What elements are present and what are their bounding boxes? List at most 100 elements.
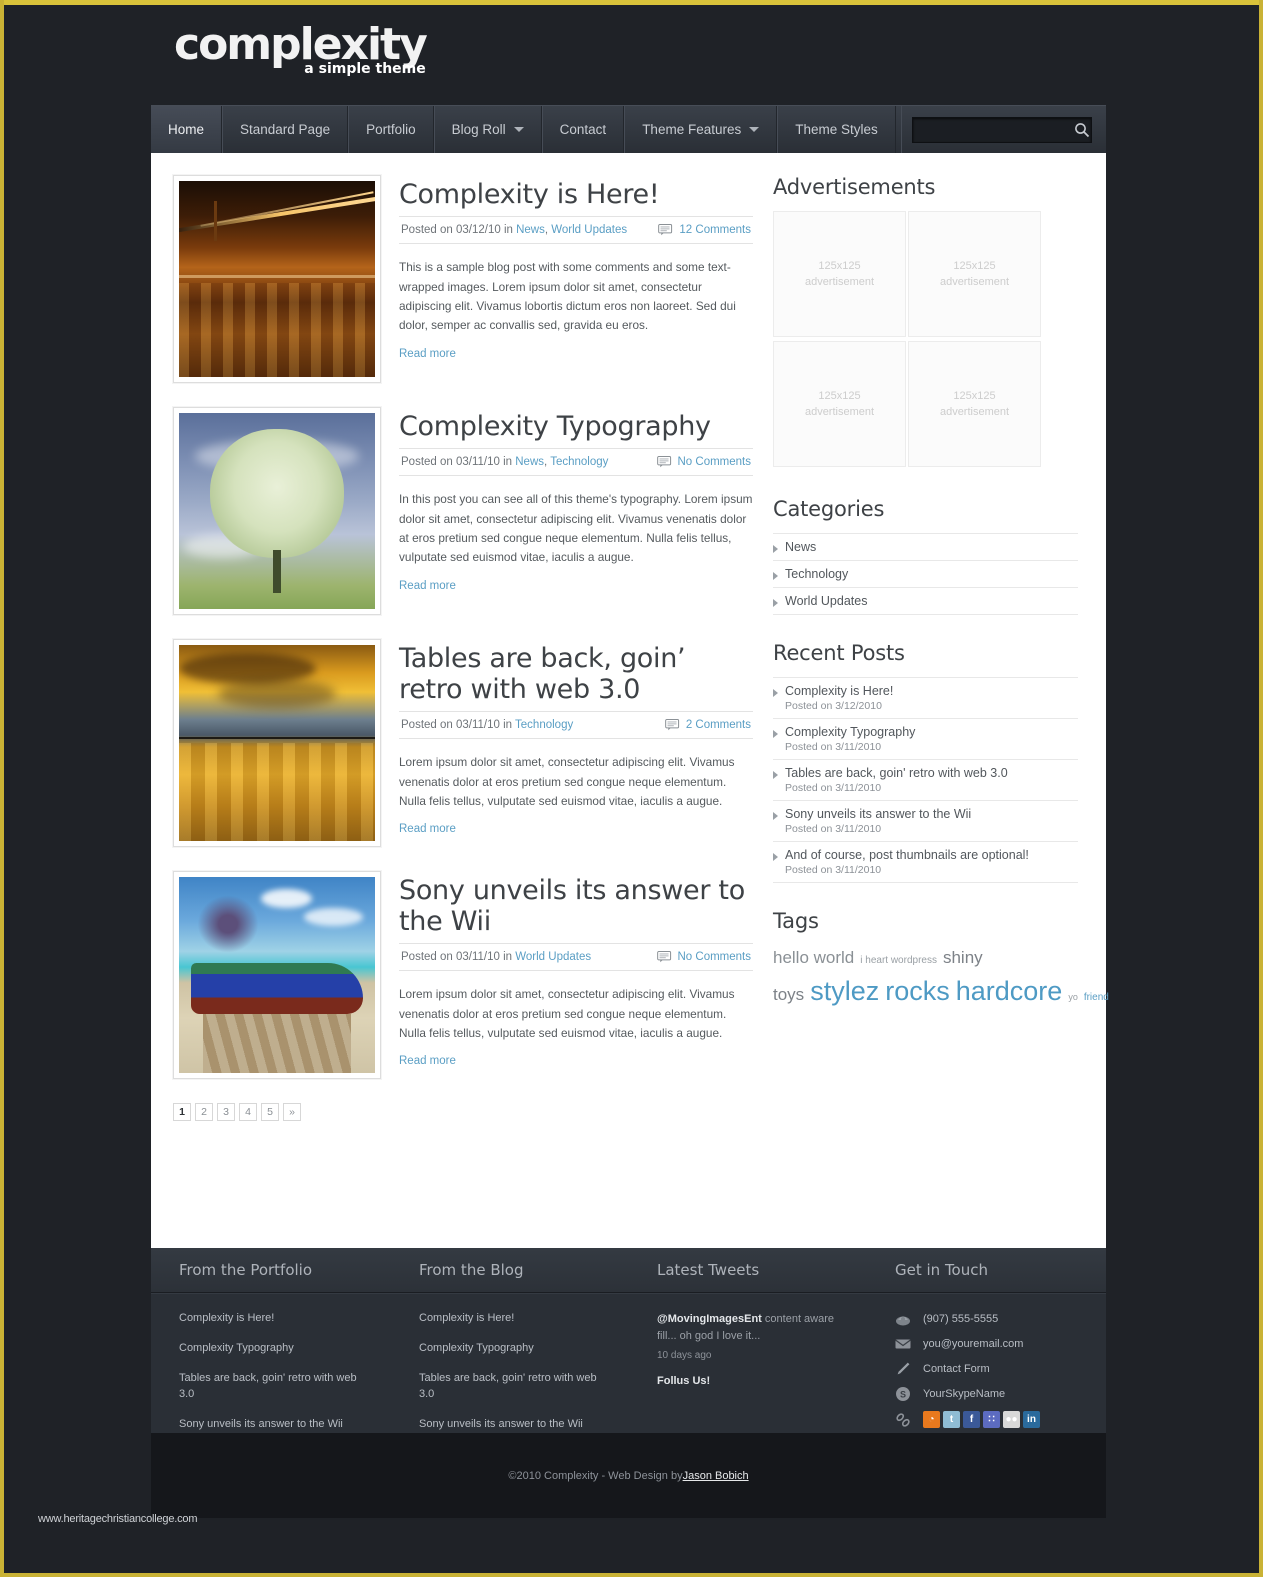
flickr-icon[interactable]: ●● (1003, 1411, 1020, 1428)
ads-widget: Advertisements 125x125 advertisement 125x… (773, 175, 1078, 471)
read-more-link[interactable]: Read more (399, 823, 456, 835)
comments-count-link[interactable]: 2 Comments (686, 719, 751, 731)
pagination-button[interactable]: 4 (239, 1103, 257, 1121)
tag-link[interactable]: friend (1084, 992, 1109, 1003)
contact-value[interactable]: YourSkypeName (923, 1388, 1005, 1400)
post-comments[interactable]: No Comments (656, 951, 752, 963)
recent-post-title[interactable]: Complexity Typography (785, 725, 915, 739)
contact-row[interactable]: you@youremail.com (895, 1336, 1106, 1352)
post-title[interactable]: Complexity Typography (399, 411, 753, 448)
tag-link[interactable]: yo (1068, 992, 1078, 1002)
post-category-link[interactable]: News (516, 224, 545, 236)
search-input[interactable] (919, 122, 1074, 137)
recent-post-title[interactable]: And of course, post thumbnails are optio… (785, 848, 1029, 862)
tag-link[interactable]: stylez (810, 976, 879, 1006)
footer-link[interactable]: Complexity is Here! (419, 1311, 599, 1327)
nav-item-blog-roll[interactable]: Blog Roll (433, 106, 542, 153)
nav-item-home[interactable]: Home (151, 106, 223, 153)
nav-item-standard-page[interactable]: Standard Page (222, 106, 349, 153)
golden-sunset-lake-photo[interactable] (179, 645, 375, 841)
nav-item-contact[interactable]: Contact (541, 106, 625, 153)
post-comments[interactable]: 2 Comments (664, 719, 751, 731)
bridge-at-night-photo[interactable] (179, 181, 375, 377)
pagination-button[interactable]: 5 (261, 1103, 279, 1121)
facebook-icon[interactable]: f (963, 1411, 980, 1428)
site-logo[interactable]: complexity a simple theme (174, 23, 428, 78)
nav-item-theme-styles[interactable]: Theme Styles (777, 106, 896, 153)
copyright-author-link[interactable]: Jason Bobich (683, 1470, 749, 1482)
contact-value[interactable]: Contact Form (923, 1363, 990, 1375)
post-category-link[interactable]: News (515, 456, 544, 468)
post-category-link[interactable]: World Updates (551, 224, 627, 236)
comments-count-link[interactable]: No Comments (678, 951, 752, 963)
tag-link[interactable]: i heart wordpress (860, 955, 937, 966)
contact-row[interactable]: S YourSkypeName (895, 1386, 1106, 1402)
post-thumbnail-frame[interactable] (173, 871, 381, 1079)
post-category-link[interactable]: World Updates (515, 951, 591, 963)
post-thumbnail-frame[interactable] (173, 407, 381, 615)
post-thumbnail-frame[interactable] (173, 175, 381, 383)
footer-link[interactable]: Tables are back, goin' retro with web 3.… (179, 1371, 359, 1403)
read-more-link[interactable]: Read more (399, 580, 456, 592)
friendfeed-icon[interactable]: ∷ (983, 1411, 1000, 1428)
twitter-icon[interactable]: t (943, 1411, 960, 1428)
recent-post-item[interactable]: Sony unveils its answer to the Wii Poste… (773, 801, 1078, 842)
advertisement-slot[interactable]: 125x125 advertisement (908, 211, 1041, 337)
comments-count-link[interactable]: 12 Comments (679, 224, 751, 236)
recent-post-item[interactable]: And of course, post thumbnails are optio… (773, 842, 1078, 883)
post-comments[interactable]: 12 Comments (658, 224, 751, 236)
pagination-button[interactable]: 3 (217, 1103, 235, 1121)
pagination-button[interactable]: 1 (173, 1103, 191, 1121)
rss-icon[interactable]: ◔ (923, 1411, 940, 1428)
post-title[interactable]: Tables are back, goin’ retro with web 3.… (399, 643, 753, 711)
white-tree-photo[interactable] (179, 413, 375, 609)
footer-link[interactable]: Sony unveils its answer to the Wii (179, 1417, 359, 1433)
pagination-button[interactable]: 2 (195, 1103, 213, 1121)
contact-value[interactable]: (907) 555-5555 (923, 1313, 998, 1325)
recent-post-item[interactable]: Complexity Typography Posted on 3/11/201… (773, 719, 1078, 760)
blue-boat-beach-photo[interactable] (179, 877, 375, 1073)
post-thumbnail-frame[interactable] (173, 639, 381, 847)
footer-link[interactable]: Sony unveils its answer to the Wii (419, 1417, 599, 1433)
nav-item-theme-features[interactable]: Theme Features (624, 106, 778, 153)
advertisement-slot[interactable]: 125x125 advertisement (773, 341, 906, 467)
search-box[interactable] (912, 116, 1092, 143)
linkedin-icon[interactable]: in (1023, 1411, 1040, 1428)
tags-title: Tags (773, 909, 819, 933)
post-comments[interactable]: No Comments (656, 456, 752, 468)
footer-link[interactable]: Tables are back, goin' retro with web 3.… (419, 1371, 599, 1403)
category-item[interactable]: News (773, 534, 1078, 561)
post-title[interactable]: Complexity is Here! (399, 179, 753, 216)
advertisement-slot[interactable]: 125x125 advertisement (908, 341, 1041, 467)
post-category-link[interactable]: Technology (515, 719, 573, 731)
recent-post-item[interactable]: Tables are back, goin' retro with web 3.… (773, 760, 1078, 801)
recent-post-item[interactable]: Complexity is Here! Posted on 3/12/2010 (773, 678, 1078, 719)
tag-link[interactable]: hardcore (956, 976, 1063, 1006)
tag-link[interactable]: rocks (885, 976, 950, 1006)
post-category-link[interactable]: Technology (550, 456, 608, 468)
contact-row[interactable]: (907) 555-5555 (895, 1311, 1106, 1327)
tweet-handle[interactable]: @MovingImagesEnt (657, 1313, 762, 1325)
contact-row[interactable]: Contact Form (895, 1361, 1106, 1377)
recent-post-title[interactable]: Complexity is Here! (785, 684, 893, 698)
recent-post-title[interactable]: Tables are back, goin' retro with web 3.… (785, 766, 1008, 780)
ad-caption: advertisement (939, 276, 1010, 288)
category-item[interactable]: Technology (773, 561, 1078, 588)
follow-us-link[interactable]: Follus Us! (657, 1375, 867, 1387)
advertisement-slot[interactable]: 125x125 advertisement (773, 211, 906, 337)
footer-link[interactable]: Complexity is Here! (179, 1311, 359, 1327)
search-icon[interactable] (1074, 122, 1090, 138)
footer-link[interactable]: Complexity Typography (419, 1341, 599, 1357)
tag-link[interactable]: hello world (773, 948, 854, 967)
contact-value[interactable]: you@youremail.com (923, 1338, 1023, 1350)
pagination-button[interactable]: » (283, 1103, 301, 1121)
recent-post-title[interactable]: Sony unveils its answer to the Wii (785, 807, 971, 821)
nav-item-portfolio[interactable]: Portfolio (348, 106, 434, 153)
footer-link[interactable]: Complexity Typography (179, 1341, 359, 1357)
read-more-link[interactable]: Read more (399, 348, 456, 360)
nav-search-area (901, 106, 1106, 153)
post-title[interactable]: Sony unveils its answer to the Wii (399, 875, 753, 943)
read-more-link[interactable]: Read more (399, 1055, 456, 1067)
category-item[interactable]: World Updates (773, 588, 1078, 615)
comments-count-link[interactable]: No Comments (678, 456, 752, 468)
